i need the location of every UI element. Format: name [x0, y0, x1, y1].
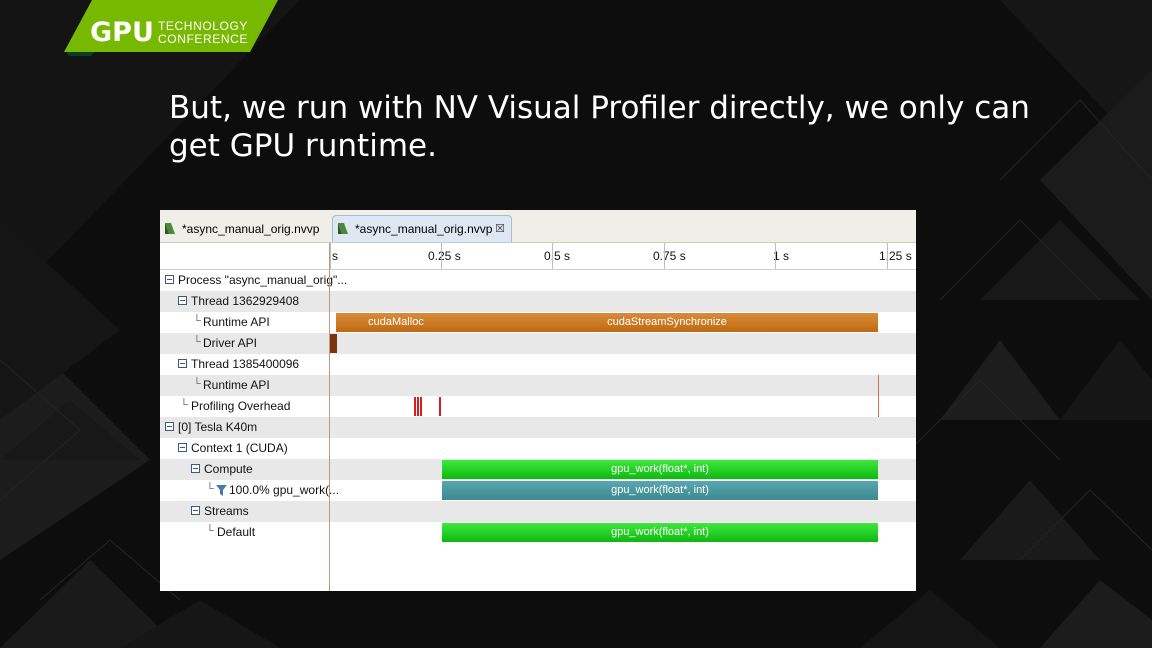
- overhead-marker[interactable]: [420, 397, 422, 416]
- collapse-toggle-icon[interactable]: [191, 464, 200, 473]
- collapse-toggle-icon[interactable]: [178, 359, 187, 368]
- cudaMalloc-bar[interactable]: cudaMalloc: [336, 313, 456, 332]
- collapse-toggle-icon[interactable]: [165, 422, 174, 431]
- timeline-row-profiling-overhead[interactable]: └ Profiling Overhead: [160, 396, 916, 417]
- tree-elbow-icon: └: [193, 378, 201, 390]
- timeline-row-kernel-gpu-work[interactable]: └ 100.0% gpu_work(... gpu_work(float*, i…: [160, 480, 916, 501]
- tree-elbow-icon: └: [206, 483, 214, 495]
- tab-async-manual-orig-1[interactable]: *async_manual_orig.nvvp: [160, 216, 330, 242]
- tree-elbow-icon: └: [180, 399, 188, 411]
- ruler-tick-0: s: [332, 249, 338, 263]
- logo-subtitle: TECHNOLOGY CONFERENCE: [158, 20, 248, 46]
- slide-title-line-1: But, we run with NV Visual Profiler dire…: [169, 90, 1030, 126]
- ruler-tick-1.25: 1.25 s: [879, 249, 912, 263]
- gpu-work-stream-bar[interactable]: gpu_work(float*, int): [442, 523, 878, 542]
- ruler-tick-line: [775, 243, 776, 269]
- overhead-marker[interactable]: [417, 397, 419, 416]
- row-label: Default: [217, 525, 256, 539]
- ruler-tick-line: [664, 243, 665, 269]
- timeline-row-thread-1[interactable]: Thread 1362929408: [160, 291, 916, 312]
- tab-label: *async_manual_orig.nvvp: [182, 222, 320, 236]
- driver-api-call-bar[interactable]: [330, 334, 337, 353]
- timeline-row-stream-default[interactable]: └ Default gpu_work(float*, int): [160, 522, 916, 543]
- row-label: Runtime API: [203, 378, 270, 392]
- profile-file-icon: [165, 223, 175, 234]
- logo-gpu-text: GPU: [90, 17, 154, 48]
- ruler-tick-0.75: 0.75 s: [653, 249, 686, 263]
- row-label: Profiling Overhead: [191, 399, 291, 413]
- ruler-tick-line: [441, 243, 442, 269]
- timeline-row-runtime-api-2[interactable]: └ Runtime API: [160, 375, 916, 396]
- collapse-toggle-icon[interactable]: [178, 296, 187, 305]
- row-label: [0] Tesla K40m: [178, 420, 258, 434]
- row-label: Streams: [204, 504, 249, 518]
- collapse-toggle-icon[interactable]: [165, 275, 174, 284]
- visual-profiler-window: *async_manual_orig.nvvp *async_manual_or…: [160, 210, 916, 591]
- tree-elbow-icon: └: [193, 315, 201, 327]
- row-label: Driver API: [203, 336, 258, 350]
- editor-tab-bar: *async_manual_orig.nvvp *async_manual_or…: [160, 210, 916, 243]
- timeline-row-runtime-api-1[interactable]: └ Runtime API cudaMalloc cudaStreamSynch…: [160, 312, 916, 333]
- ruler-tick-line: [330, 243, 331, 269]
- timeline-row-device-tesla-k40m[interactable]: [0] Tesla K40m: [160, 417, 916, 438]
- row-label: Process "async_manual_orig"...: [178, 273, 348, 287]
- ruler-tick-0.25: 0.25 s: [428, 249, 461, 263]
- tree-elbow-icon: └: [193, 336, 201, 348]
- tree-elbow-icon: └: [206, 525, 214, 537]
- cudaStreamSynchronize-bar[interactable]: cudaStreamSynchronize: [456, 313, 878, 332]
- gpu-work-kernel-filtered-bar[interactable]: gpu_work(float*, int): [442, 481, 878, 500]
- gpu-work-kernel-bar[interactable]: gpu_work(float*, int): [442, 460, 878, 479]
- ruler-tick-0.5: 0.5 s: [544, 249, 571, 263]
- row-label: Thread 1362929408: [191, 294, 300, 308]
- filter-funnel-icon: [216, 485, 227, 496]
- overhead-marker[interactable]: [439, 397, 441, 416]
- collapse-toggle-icon[interactable]: [178, 443, 187, 452]
- timeline-row-driver-api[interactable]: └ Driver API: [160, 333, 916, 354]
- row-label: Compute: [204, 462, 253, 476]
- row-label: Thread 1385400096: [191, 357, 300, 371]
- timeline-row-streams[interactable]: Streams: [160, 501, 916, 522]
- logo-line-conference: CONFERENCE: [158, 32, 249, 46]
- runtime-api-marker[interactable]: [878, 375, 879, 396]
- slide-title: But, we run with NV Visual Profiler dire…: [169, 89, 1069, 165]
- timeline-row-process[interactable]: Process "async_manual_orig"...: [160, 270, 916, 291]
- row-label: Context 1 (CUDA): [191, 441, 288, 455]
- ruler-tick-line: [887, 243, 888, 269]
- timeline-row-context-1[interactable]: Context 1 (CUDA): [160, 438, 916, 459]
- row-label: 100.0% gpu_work(...: [229, 483, 340, 497]
- close-icon[interactable]: ☒: [495, 216, 505, 242]
- ruler-tick-line: [552, 243, 553, 269]
- row-label: Runtime API: [203, 315, 270, 329]
- label-timeline-divider[interactable]: [329, 243, 330, 591]
- overhead-marker[interactable]: [414, 397, 416, 416]
- collapse-toggle-icon[interactable]: [191, 506, 200, 515]
- timeline-row-compute[interactable]: Compute gpu_work(float*, int): [160, 459, 916, 480]
- slide-title-line-2: get GPU runtime.: [169, 128, 437, 164]
- profile-file-icon: [338, 223, 348, 234]
- tab-label: *async_manual_orig.nvvp: [355, 222, 493, 236]
- gtc-logo: GPU TECHNOLOGY CONFERENCE: [64, 0, 280, 56]
- tab-async-manual-orig-2[interactable]: *async_manual_orig.nvvp ☒: [332, 215, 512, 242]
- timeline-ruler: s 0.25 s 0.5 s 0.75 s 1 s 1.25 s: [160, 243, 916, 270]
- timeline-row-thread-2[interactable]: Thread 1385400096: [160, 354, 916, 375]
- overhead-marker[interactable]: [878, 396, 879, 417]
